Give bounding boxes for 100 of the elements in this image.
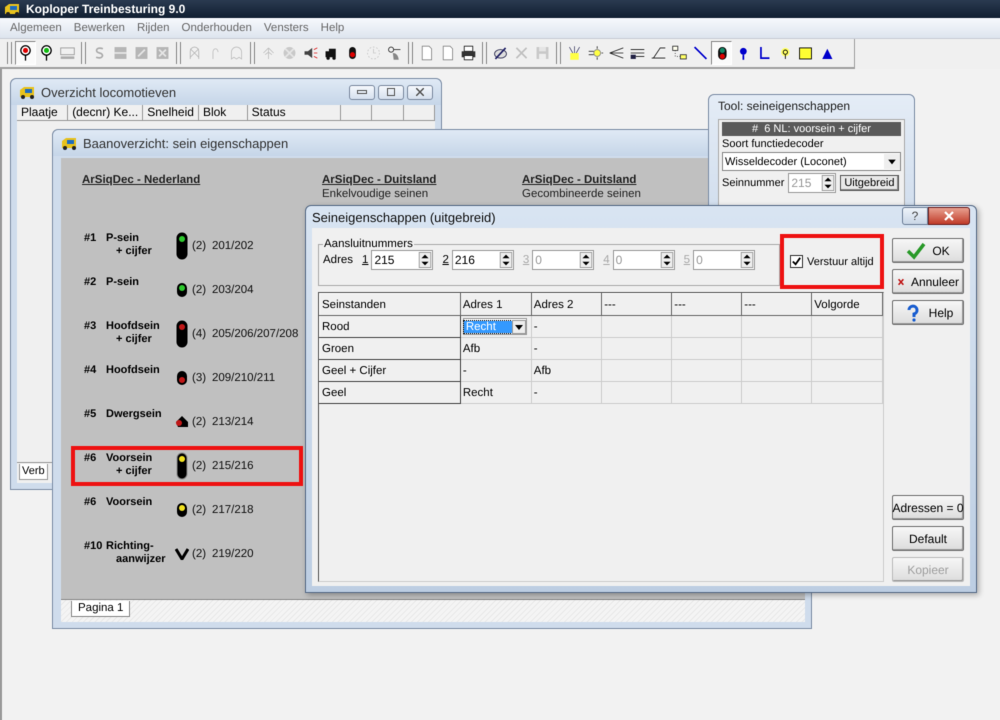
column-header[interactable]: Plaatje	[17, 105, 68, 120]
signal-entry[interactable]: #10 Richting- aanwijzer (2) 219/220	[71, 534, 303, 574]
menu-item[interactable]: Onderhouden	[176, 22, 258, 34]
toolbar-button[interactable]	[711, 41, 732, 65]
column-header[interactable]: Status	[248, 105, 341, 120]
table-cell[interactable]: -	[460, 360, 532, 382]
signal-entry[interactable]: #3 Hoofdsein + cijfer (4) 205/206/207/208	[71, 314, 303, 354]
close-icon	[416, 88, 424, 96]
address-list: 213/214	[212, 416, 299, 428]
spin-arrows-icon	[418, 252, 432, 268]
signal-number: #1	[84, 232, 98, 244]
signal-entry[interactable]: #2 P-sein (2) 203/204	[71, 270, 303, 310]
signal-entry[interactable]: #4 Hoofdsein (3) 209/210/211	[71, 358, 303, 398]
signal-name: Voorsein	[106, 452, 154, 465]
signal-entry[interactable]: #5 Dwergsein (2) 213/214	[71, 402, 303, 442]
extended-button[interactable]: Uitgebreid	[840, 175, 898, 191]
check-icon	[906, 242, 926, 260]
address-count: (2)	[192, 548, 208, 560]
address-count: (2)	[192, 504, 208, 516]
ok-button[interactable]: OK	[892, 238, 964, 263]
close-icon	[943, 211, 955, 221]
address-field[interactable]: 215	[371, 250, 434, 270]
highlighted-signal-entry[interactable]: #6 Voorsein + cijfer (2) 215/216	[71, 446, 303, 486]
address-list: 205/206/207/208	[212, 328, 299, 340]
printer-icon	[460, 44, 477, 62]
row-header[interactable]: Geel	[320, 382, 460, 404]
signal-number: #6	[84, 496, 98, 508]
address-count: (2)	[192, 284, 208, 296]
row-header[interactable]: Groen	[320, 338, 460, 360]
signal-suffix: + cijfer	[115, 465, 153, 478]
signal-suffix: aanwijzer	[115, 553, 167, 566]
cancel-button[interactable]: Annuleer	[892, 269, 964, 294]
signal-entry[interactable]: #6 Voorsein (2) 217/218	[71, 490, 303, 530]
lamp-icon	[566, 44, 583, 62]
block-icon	[112, 44, 129, 62]
signal-number: #6	[84, 452, 98, 464]
menu-item[interactable]: Bewerken	[68, 22, 131, 34]
menu-item[interactable]: Vensters	[258, 22, 315, 34]
locomotive-icon	[19, 85, 37, 99]
table-cell[interactable]: Afb	[531, 360, 602, 382]
column-header[interactable]: Adres 2	[531, 294, 602, 316]
page-tab[interactable]: Pagina 1	[71, 601, 130, 617]
decoder-dropdown[interactable]: Wisseldecoder (Loconet)	[722, 152, 901, 171]
address-count: (2)	[192, 416, 208, 428]
address-count: (3)	[192, 372, 208, 384]
column-header[interactable]: Adres 1	[460, 294, 532, 316]
group-title: Aansluitnummers	[323, 238, 414, 250]
table-cell[interactable]: -	[531, 338, 602, 360]
toolbar-button[interactable]	[15, 41, 36, 65]
address-list: 219/220	[212, 548, 299, 560]
column-header[interactable]: ---	[602, 294, 672, 316]
address-list: 217/218	[212, 504, 299, 516]
cross-box-icon	[154, 44, 171, 62]
spin-arrows-icon	[498, 252, 513, 268]
column-header[interactable]: Blok	[198, 105, 248, 120]
minimize-icon	[357, 90, 367, 94]
table-cell[interactable]: Recht	[460, 382, 532, 404]
menu-item[interactable]: Help	[314, 22, 350, 34]
signal-entry[interactable]: #1 P-sein + cijfer (2) 201/202	[71, 226, 303, 266]
signal-name: Voorsein	[106, 496, 154, 509]
help-button[interactable]: Help	[892, 300, 964, 325]
field-label: 5	[684, 254, 690, 266]
close-button[interactable]	[928, 207, 970, 225]
signal-number: #3	[84, 320, 98, 332]
help-button[interactable]: ?	[902, 207, 928, 225]
signal-name: Hoofdsein	[106, 364, 161, 377]
menu-item[interactable]: Rijden	[130, 22, 176, 34]
close-button[interactable]	[407, 84, 433, 100]
address-list: 201/202	[212, 240, 299, 252]
signal-name: P-sein	[106, 276, 140, 289]
spin-arrows-icon	[821, 175, 836, 191]
column-header[interactable]: Volgorde	[812, 294, 882, 316]
signal-icon	[17, 44, 34, 62]
signal-suffix: + cijfer	[115, 333, 153, 346]
signal-banner: # 6 NL: voorsein + cijfer	[722, 122, 901, 136]
restore-button[interactable]	[378, 84, 404, 100]
menu-item[interactable]: Algemeen	[4, 22, 68, 34]
tab[interactable]: Verb	[19, 464, 48, 480]
checkbox-label[interactable]: Verstuur altijd	[807, 256, 874, 268]
row-header[interactable]: Geel + Cijfer	[320, 360, 460, 382]
address-list: 203/204	[212, 284, 299, 296]
column-header[interactable]: (decnr) Ke...	[68, 105, 144, 120]
table-cell[interactable]: -	[531, 382, 602, 404]
column-header[interactable]: Snelheid	[143, 105, 199, 120]
signal-number: #5	[84, 408, 98, 420]
column-header[interactable]: ---	[672, 294, 742, 316]
field-label: 2	[442, 254, 449, 266]
minimize-button[interactable]	[349, 84, 375, 100]
address-field[interactable]: 216	[452, 250, 514, 270]
blocks-icon	[671, 44, 688, 62]
column-header[interactable]: Seinstanden	[320, 294, 460, 316]
action-button[interactable]: Default	[892, 526, 964, 551]
table-cell[interactable]: -	[531, 316, 602, 338]
row-header[interactable]: Rood	[320, 316, 460, 338]
window-title: Tool: seineigenschappen	[717, 98, 852, 115]
checkbox[interactable]	[790, 255, 803, 268]
action-button[interactable]: Adressen = 0	[892, 495, 964, 520]
section-subtitle: Gecombineerde seinen	[522, 188, 642, 200]
table-cell[interactable]: Afb	[460, 338, 532, 360]
column-header[interactable]: ---	[742, 294, 812, 316]
